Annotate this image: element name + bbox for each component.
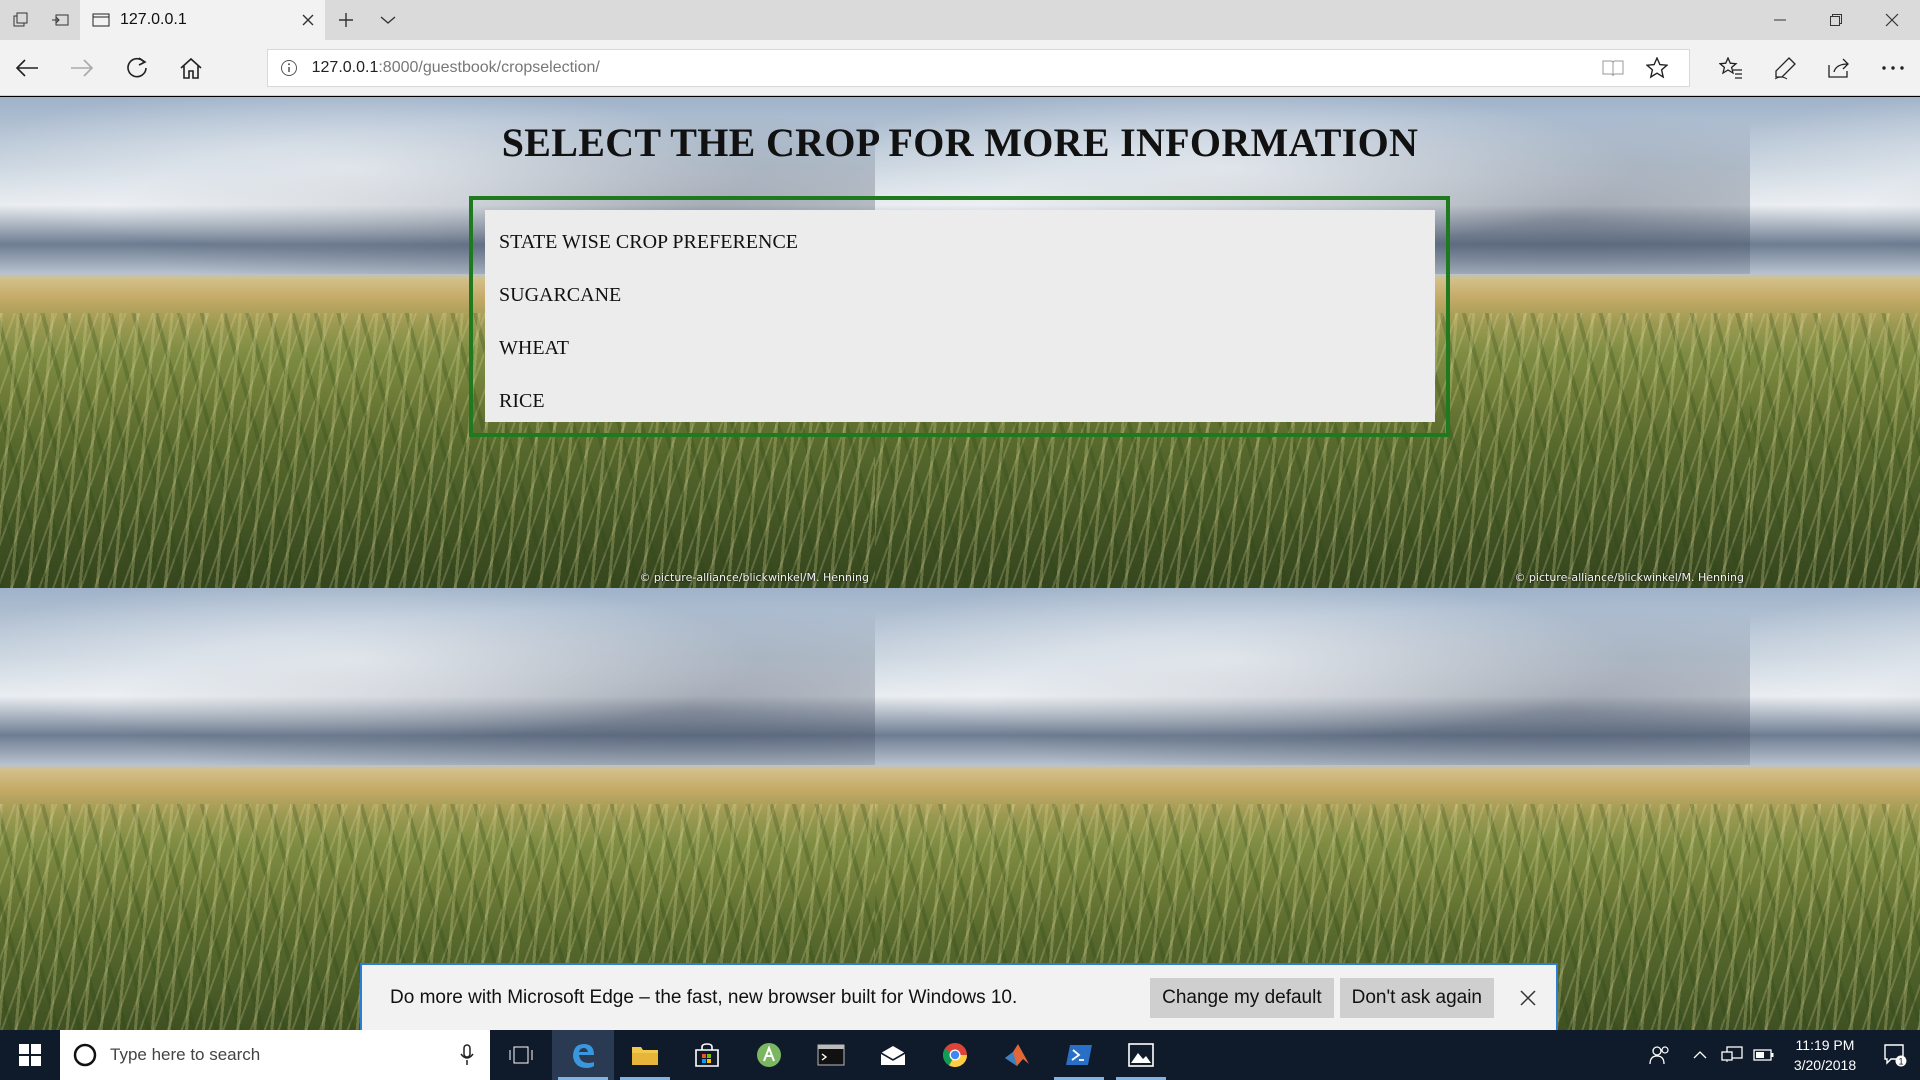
page-icon [92,13,110,27]
crop-option-sugarcane[interactable]: SUGARCANE [485,269,1435,322]
cortana-icon [73,1043,97,1067]
powershell-icon[interactable] [1048,1030,1110,1080]
new-tab-icon[interactable] [325,0,367,40]
home-icon[interactable] [164,40,219,96]
search-placeholder: Type here to search [110,1045,261,1064]
navigation-bar: 127.0.0.1:8000/guestbook/cropselection/ [0,40,1920,96]
photos-icon[interactable] [1110,1030,1172,1080]
microphone-icon[interactable] [460,1044,474,1066]
background-tile [1750,97,1920,588]
refresh-icon[interactable] [109,40,164,96]
more-menu-icon[interactable] [1866,40,1920,96]
crop-option-rice[interactable]: RICE [485,375,1435,428]
image-credit: © picture-alliance/blickwinkel/M. Hennin… [639,571,869,584]
forward-icon[interactable] [55,40,110,96]
crop-option-state-wise[interactable]: STATE WISE CROP PREFERENCE [485,216,1435,269]
clock-date: 3/20/2018 [1793,1057,1857,1073]
matlab-icon[interactable] [986,1030,1048,1080]
share-icon[interactable] [1812,40,1866,96]
people-icon[interactable] [1636,1044,1684,1066]
favorite-star-icon[interactable] [1635,56,1679,79]
taskbar-search-box[interactable]: Type here to search [60,1030,490,1080]
tab-active[interactable]: 127.0.0.1 [80,0,325,40]
image-credit: © picture-alliance/blickwinkel/M. Hennin… [1514,571,1744,584]
site-info-icon[interactable] [280,59,298,77]
tab-bar: 127.0.0.1 [0,0,1920,40]
mail-icon[interactable] [862,1030,924,1080]
battery-icon[interactable] [1748,1049,1780,1061]
android-studio-icon[interactable] [738,1030,800,1080]
crop-selection-panel: STATE WISE CROP PREFERENCE SUGARCANE WHE… [469,196,1450,437]
clock-time: 11:19 PM [1795,1037,1855,1053]
minimize-icon[interactable] [1752,0,1808,40]
url-text[interactable]: 127.0.0.1:8000/guestbook/cropselection/ [312,59,1591,77]
store-icon[interactable] [676,1030,738,1080]
set-tabs-aside-icon[interactable] [40,0,80,40]
show-hidden-icons-chevron-icon[interactable] [1684,1050,1716,1060]
close-notification-icon[interactable] [1500,978,1556,1018]
taskbar: Type here to search 11:19 PM 3/20/2018 1 [0,1030,1920,1080]
tab-list-chevron-icon[interactable] [367,0,409,40]
page-title: SELECT THE CROP FOR MORE INFORMATION [501,120,1419,165]
restore-icon[interactable] [1808,0,1864,40]
clock[interactable]: 11:19 PM 3/20/2018 [1780,1035,1870,1075]
favorites-hub-icon[interactable] [1704,40,1758,96]
terminal-icon[interactable] [800,1030,862,1080]
tab-manager-icon[interactable] [0,0,40,40]
network-icon[interactable] [1716,1046,1748,1064]
crop-option-wheat[interactable]: WHEAT [485,322,1435,375]
edge-taskbar-icon[interactable] [552,1030,614,1080]
address-bar[interactable]: 127.0.0.1:8000/guestbook/cropselection/ [266,48,1690,87]
system-tray: 11:19 PM 3/20/2018 1 [1636,1030,1920,1080]
windows-start-icon[interactable] [0,1030,60,1080]
dont-ask-again-button[interactable]: Don't ask again [1339,977,1494,1018]
close-tab-icon[interactable] [301,13,315,27]
chrome-icon[interactable] [924,1030,986,1080]
tab-title: 127.0.0.1 [120,11,187,28]
page-viewport: © picture-alliance/blickwinkel/M. Hennin… [0,97,1920,1030]
reading-view-icon[interactable] [1591,59,1635,77]
file-explorer-icon[interactable] [614,1030,676,1080]
crop-list: STATE WISE CROP PREFERENCE SUGARCANE WHE… [485,210,1435,422]
notification-message: Do more with Microsoft Edge – the fast, … [390,986,1018,1008]
notification-count: 1 [1898,1057,1903,1067]
close-window-icon[interactable] [1864,0,1920,40]
task-view-icon[interactable] [490,1030,552,1080]
action-center-icon[interactable]: 1 [1870,1043,1920,1067]
back-icon[interactable] [0,40,55,96]
default-browser-notification: Do more with Microsoft Edge – the fast, … [360,963,1558,1030]
background-tile [1750,588,1920,1030]
web-note-pen-icon[interactable] [1758,40,1812,96]
change-default-button[interactable]: Change my default [1150,977,1334,1018]
